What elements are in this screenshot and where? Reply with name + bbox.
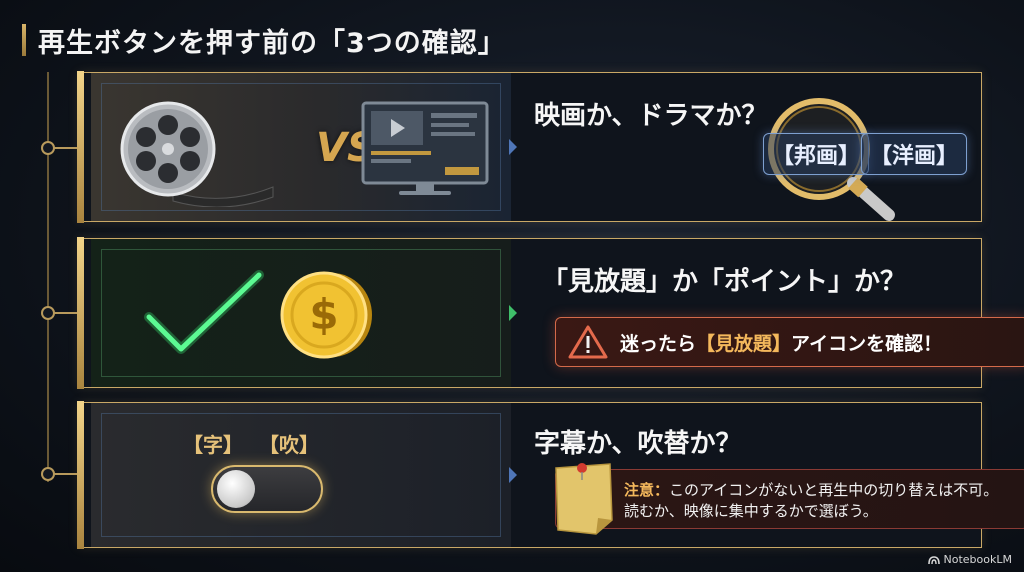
warning-suffix: アイコンを確認！ [791, 332, 943, 355]
card-visual: VS [91, 73, 511, 221]
question-heading: 映画か、ドラマか？ [534, 101, 768, 131]
brand-watermark: NotebookLM [927, 553, 1012, 566]
question-heading: 「見放題」か「ポイント」か？ [542, 267, 907, 297]
title-accent-bar [22, 24, 26, 56]
note-line-1: このアイコンがないと再生中の切り替えは不可。 [669, 481, 999, 499]
tag-dub: 【吹】 [259, 433, 319, 457]
note-line-2: 読むか、映像に集中するかで選ぼう。 [624, 502, 878, 520]
timeline-node-3 [41, 467, 55, 481]
check-card-subscription-points: $ 「見放題」か「ポイント」か？ 迷ったら【見放題】アイコンを確認！ [77, 237, 1024, 389]
notebooklm-logo-icon [927, 555, 940, 564]
timeline-node-1 [41, 141, 55, 155]
tv-icon [361, 101, 489, 195]
tag-subtitle: 【字】 [183, 433, 243, 457]
warning-callout: 迷ったら【見放題】アイコンを確認！ [555, 317, 1024, 367]
warning-highlight: 【見放題】 [696, 332, 792, 355]
note-label: 注意： [624, 481, 670, 499]
card-arrow [509, 467, 517, 483]
tag-japanese-film: 【邦画】 [763, 133, 870, 175]
toggle-knob [217, 470, 255, 508]
note-text: 注意：このアイコンがないと再生中の切り替えは不可。 読むか、映像に集中するかで選… [624, 480, 998, 522]
toggle-switch [211, 465, 323, 513]
card-arrow [509, 139, 517, 155]
warning-icon [568, 325, 608, 359]
tag-foreign-film: 【洋画】 [861, 133, 968, 175]
svg-text:$: $ [309, 290, 338, 339]
card-accent-bar [77, 71, 84, 223]
card-arrow [509, 305, 517, 321]
page-title: 再生ボタンを押す前の「3つの確認」 [38, 27, 506, 59]
card-visual: $ [91, 239, 511, 387]
question-heading: 字幕か、吹替か？ [534, 429, 742, 459]
note-callout: 注意：このアイコンがないと再生中の切り替えは不可。 読むか、映像に集中するかで選… [555, 463, 1024, 535]
checkmark-icon [144, 270, 264, 354]
check-card-movie-drama: VS 映画か、ドラマか？ 【邦画】 【洋画】 [77, 71, 982, 223]
card-accent-bar [77, 237, 84, 389]
dollar-coin-icon: $ [280, 271, 372, 359]
check-card-subtitle-dub: 【字】 【吹】 字幕か、吹替か？ 注意：このアイコンがないと再生中の切り替えは不… [77, 401, 1024, 549]
film-reel-icon [120, 101, 274, 207]
warning-prefix: 迷ったら [620, 332, 697, 355]
timeline-line [47, 72, 49, 482]
sticky-note-icon [555, 463, 613, 535]
brand-name: NotebookLM [943, 553, 1012, 566]
page-header: 再生ボタンを押す前の「3つの確認」 [22, 22, 506, 59]
card-visual: 【字】 【吹】 [91, 403, 511, 547]
timeline-node-2 [41, 306, 55, 320]
warning-text: 迷ったら【見放題】アイコンを確認！ [620, 329, 942, 356]
card-accent-bar [77, 401, 84, 549]
